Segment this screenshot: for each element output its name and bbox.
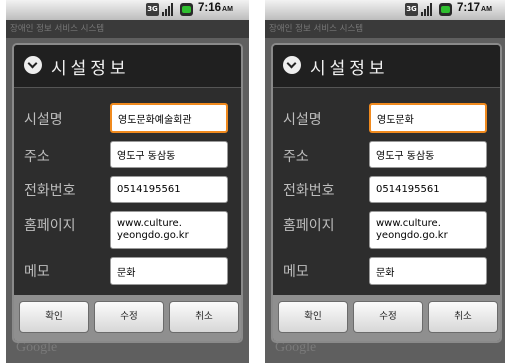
phone-field[interactable]: 0514195561 [110, 176, 228, 203]
facility-name-label: 시설명 [24, 112, 63, 128]
facility-name-field[interactable]: 영도문화예술회관 [110, 103, 228, 133]
dialog-title: 시설정보 [51, 59, 130, 79]
address-label: 주소 [24, 149, 50, 165]
dialog-header: 시설정보 [273, 45, 500, 88]
edit-button[interactable]: 수정 [94, 301, 164, 333]
address-field[interactable]: 영도구 동삼동 [369, 141, 487, 168]
ok-button[interactable]: 확인 [19, 301, 89, 333]
battery-icon [439, 3, 452, 16]
app-title: 장애인 정보 서비스 시스템 [265, 20, 505, 38]
chevron-down-circle-icon [283, 56, 301, 74]
status-time: 7:16AM [198, 2, 233, 14]
app-title: 장애인 정보 서비스 시스템 [6, 20, 249, 38]
memo-label: 메모 [24, 264, 50, 280]
cancel-button[interactable]: 취소 [169, 301, 239, 333]
signal-strength-icon [162, 3, 176, 16]
phone-screen-left: 3G 7:16AM 장애인 정보 서비스 시스템 Google 시설정보 시설명… [6, 0, 249, 363]
facility-info-dialog: 시설정보 시설명 영도문화예술회관 주소 영도구 동삼동 전화번호 051419… [12, 43, 243, 343]
phone-label: 전화번호 [283, 183, 335, 199]
homepage-field[interactable]: www.culture. yeongdo.go.kr [369, 211, 487, 249]
network-3g-icon: 3G [146, 3, 159, 16]
battery-icon [180, 3, 193, 16]
phone-label: 전화번호 [24, 183, 76, 199]
dialog-header: 시설정보 [14, 45, 241, 88]
status-bar: 3G 7:17AM [265, 0, 505, 20]
address-field[interactable]: 영도구 동삼동 [110, 141, 228, 168]
dialog-button-bar: 확인 수정 취소 [14, 295, 241, 341]
signal-strength-icon [421, 3, 435, 16]
status-time: 7:17AM [457, 2, 492, 14]
chevron-down-circle-icon [24, 56, 42, 74]
memo-field[interactable]: 문화 [369, 257, 487, 285]
dialog-title: 시설정보 [310, 59, 389, 79]
status-bar: 3G 7:16AM [6, 0, 249, 20]
memo-label: 메모 [283, 264, 309, 280]
homepage-field[interactable]: www.culture. yeongdo.go.kr [110, 211, 228, 249]
network-3g-icon: 3G [405, 3, 418, 16]
phone-field[interactable]: 0514195561 [369, 176, 487, 203]
ok-button[interactable]: 확인 [278, 301, 348, 333]
dialog-button-bar: 확인 수정 취소 [273, 295, 500, 341]
edit-button[interactable]: 수정 [353, 301, 423, 333]
homepage-label: 홈페이지 [283, 218, 335, 234]
facility-info-dialog: 시설정보 시설명 영도문화 주소 영도구 동삼동 전화번호 0514195561… [271, 43, 502, 343]
phone-screen-right: 3G 7:17AM 장애인 정보 서비스 시스템 Google 시설정보 시설명… [265, 0, 505, 363]
cancel-button[interactable]: 취소 [428, 301, 498, 333]
facility-name-field[interactable]: 영도문화 [369, 103, 487, 133]
memo-field[interactable]: 문화 [110, 257, 228, 285]
homepage-label: 홈페이지 [24, 218, 76, 234]
address-label: 주소 [283, 149, 309, 165]
facility-name-label: 시설명 [283, 112, 322, 128]
